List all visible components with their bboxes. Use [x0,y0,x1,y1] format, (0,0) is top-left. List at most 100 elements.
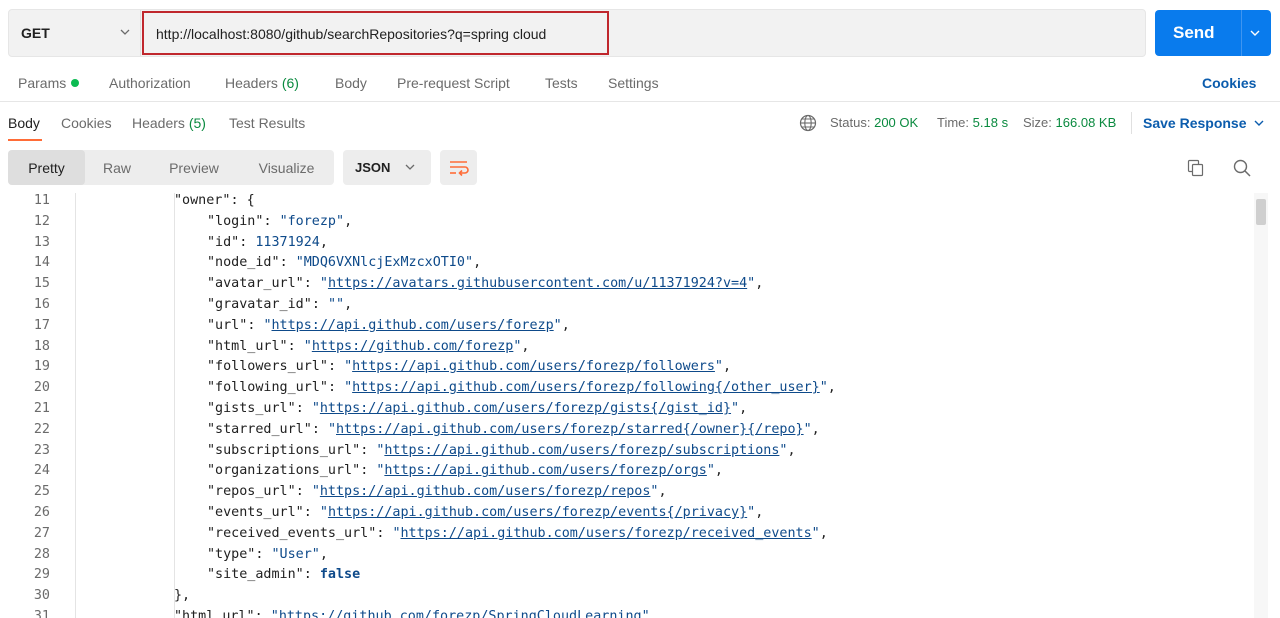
method-select[interactable]: GET [9,10,141,56]
tab-headers[interactable]: Headers (6) [225,75,299,91]
json-link[interactable]: https://api.github.com/users/forezp/foll… [352,380,820,395]
response-body-viewer[interactable]: 11 "owner": {12 "login": "forezp", 13 "id": … [0,193,1254,618]
json-key: "owner" [174,193,231,208]
tab-body[interactable]: Body [335,75,367,91]
json-punct: , [319,546,328,562]
json-string: " [319,505,328,520]
json-link[interactable]: https://github.com/forezp/SpringCloudLea… [279,609,642,618]
request-tabs: Params Authorization Headers (6) Body Pr… [0,62,1280,102]
cookies-link[interactable]: Cookies [1202,75,1256,91]
chevron-down-icon [120,29,130,35]
json-punct: : [230,193,247,208]
json-link[interactable]: https://api.github.com/users/forezp/foll… [352,359,715,374]
line-number: 25 [33,484,50,500]
line-number: 20 [33,380,50,396]
view-preview-button[interactable]: Preview [149,150,239,185]
url-input[interactable]: http://localhost:8080/github/searchRepos… [142,11,609,55]
code-content: "owner": { [174,193,255,208]
json-link[interactable]: https://api.github.com/users/forezp/gist… [320,401,731,416]
json-link[interactable]: https://api.github.com/users/forezp/repo… [320,484,651,499]
json-key: "id" [207,234,240,250]
line-number: 18 [33,338,50,354]
code-line: 21 "gists_url": "https://api.github.com/u… [0,401,1254,422]
json-key: "type" [207,546,256,562]
code-content: "followers_url": "https://api.github.com… [207,359,731,374]
response-tab-headers[interactable]: Headers (5) [132,115,206,131]
json-link[interactable]: https://avatars.githubusercontent.com/u/… [328,276,747,291]
tab-tests[interactable]: Tests [545,75,578,91]
size-info: Size: 166.08 KB [1023,115,1116,130]
json-punct: , [755,505,764,520]
view-raw-button[interactable]: Raw [85,150,149,185]
code-line: 16 "gravatar_id": "", [0,297,1254,318]
time-value: 5.18 s [972,115,1009,130]
json-string: " [747,276,756,292]
line-number: 15 [33,276,50,292]
active-tab-indicator [8,139,42,141]
view-mode-group: Pretty Raw Preview Visualize [8,150,334,185]
code-content: "received_events_url": "https://api.gith… [207,526,828,541]
code-line: 26 "events_url": "https://api.github.com/… [0,505,1254,526]
json-link[interactable]: https://api.github.com/users/forezp/rece… [401,526,812,541]
json-link[interactable]: https://api.github.com/users/forezp/subs… [384,443,779,458]
scrollbar-thumb[interactable] [1256,199,1266,225]
tab-params[interactable]: Params [18,75,80,91]
json-string: " [553,317,562,333]
wrap-lines-button[interactable] [440,150,477,185]
response-tab-cookies[interactable]: Cookies [61,115,112,131]
search-icon[interactable] [1232,158,1252,178]
chevron-down-icon[interactable] [1251,115,1267,131]
send-button[interactable]: Send [1155,10,1271,56]
json-link[interactable]: https://api.github.com/users/forezp [272,318,554,333]
line-number: 21 [33,401,50,416]
json-string: " [344,359,353,375]
code-content: "type": "User", [207,547,328,562]
code-line: 27 "received_events_url": "https://api.gi… [0,526,1254,547]
json-string: " [392,525,401,541]
tab-pre-request-script[interactable]: Pre-request Script [397,75,510,91]
json-link[interactable]: https://api.github.com/users/forezp/star… [336,422,804,437]
json-punct: , [561,317,570,333]
chevron-down-icon [405,164,415,170]
code-content: }, [174,588,190,603]
tab-authorization[interactable]: Authorization [109,75,191,91]
json-string: "forezp" [279,213,345,229]
json-number: 11371924 [255,234,320,250]
line-number: 27 [33,525,50,541]
code-line: 25 "repos_url": "https://api.github.com/u… [0,484,1254,505]
copy-icon[interactable] [1186,158,1206,178]
chevron-down-icon[interactable] [1247,25,1263,41]
json-link[interactable]: https://api.github.com/users/forezp/orgs [384,463,706,478]
json-punct: { [246,193,255,208]
json-key: "repos_url" [207,484,296,500]
json-link[interactable]: https://github.com/forezp [312,339,514,354]
json-key: "site_admin" [207,567,304,583]
json-punct: , [344,213,353,229]
json-punct: , [827,380,836,396]
tab-settings[interactable]: Settings [608,75,659,91]
json-boolean: false [319,567,361,583]
line-number: 19 [33,359,50,375]
line-number: 14 [33,255,50,271]
json-punct: : [287,338,304,354]
response-tab-body[interactable]: Body [8,115,40,131]
tab-headers-count: (6) [281,75,299,91]
view-pretty-button[interactable]: Pretty [8,150,85,185]
response-tab-test-results[interactable]: Test Results [229,115,305,131]
format-select[interactable]: JSON [343,150,431,185]
globe-icon[interactable] [799,114,817,132]
tab-headers-label: Headers [225,75,278,91]
vertical-scrollbar[interactable] [1254,193,1268,618]
json-punct: : [327,359,345,375]
view-visualize-button[interactable]: Visualize [239,150,334,185]
code-line: 22 "starred_url": "https://api.github.com… [0,422,1254,443]
json-punct: : [279,255,296,271]
time-info: Time: 5.18 s [937,115,1008,130]
json-key: "login" [207,213,264,229]
code-content: "subscriptions_url": "https://api.github… [207,443,796,458]
code-content: "gists_url": "https://api.github.com/use… [207,401,747,416]
save-response-button[interactable]: Save Response [1143,115,1247,131]
json-link[interactable]: https://api.github.com/users/forezp/even… [328,505,747,520]
json-string: " [706,463,715,479]
json-string: "MDQ6VXNlcjExMzcxOTI0" [295,255,474,271]
